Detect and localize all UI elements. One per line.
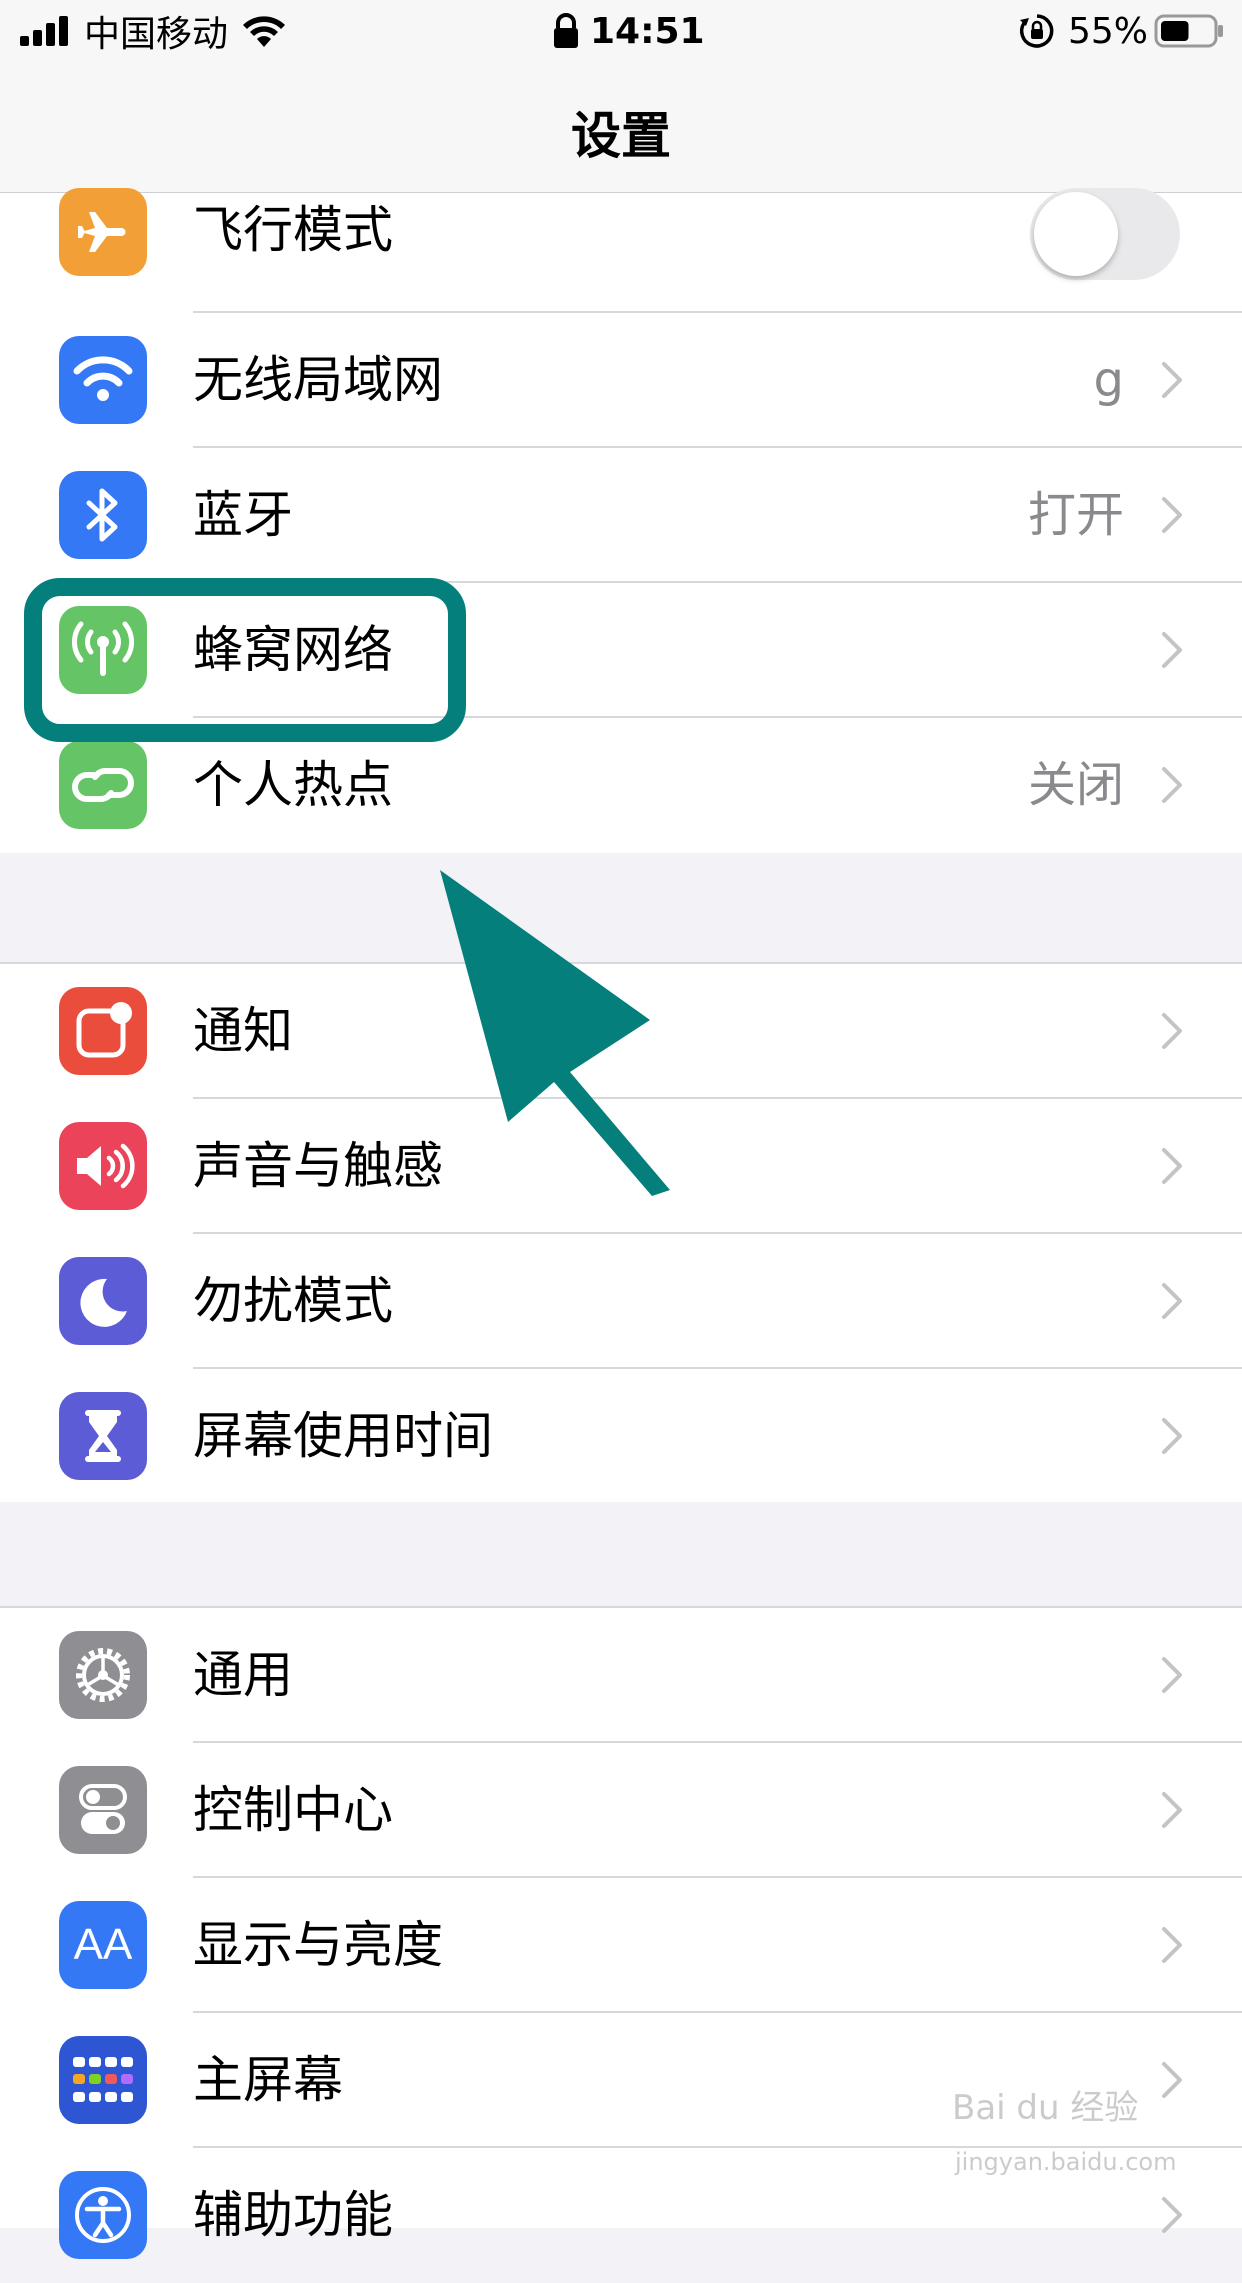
settings-row-label: 控制中心 <box>193 1781 393 1839</box>
settings-row-airplane-mode[interactable]: 飞行模式 <box>0 178 1242 313</box>
settings-row-label: 无线局域网 <box>193 351 443 409</box>
pointer-arrow <box>440 870 670 1196</box>
battery-percent: 55% <box>1068 10 1149 52</box>
signal-icon <box>20 0 72 62</box>
settings-row-label: 显示与亮度 <box>193 1916 443 1974</box>
settings-row-general[interactable]: 通用 <box>0 1608 1242 1743</box>
settings-row-label: 勿扰模式 <box>193 1272 393 1330</box>
clock: 14:51 <box>590 10 705 52</box>
settings-row-label: 蓝牙 <box>193 486 293 544</box>
orientation-lock-icon <box>1018 0 1056 62</box>
settings-row-bluetooth[interactable]: 蓝牙 打开 <box>0 448 1242 583</box>
watermark-logo: Bai du 经验 <box>952 2088 1139 2128</box>
settings-row-label: 通用 <box>193 1646 293 1704</box>
airplane-icon <box>59 188 147 276</box>
chevron-right-icon <box>1162 1927 1182 1963</box>
notification-icon <box>59 987 147 1075</box>
chevron-right-icon <box>1162 2197 1182 2233</box>
speaker-icon <box>59 1122 147 1210</box>
chevron-right-icon <box>1162 1657 1182 1693</box>
carrier-name: 中国移动 <box>84 14 229 55</box>
chevron-right-icon <box>1162 1792 1182 1828</box>
wifi-status-icon <box>240 0 288 62</box>
gear-icon <box>59 1631 147 1719</box>
hourglass-icon <box>59 1392 147 1480</box>
accessibility-icon <box>59 2171 147 2259</box>
settings-row-value: g <box>1093 352 1124 408</box>
chevron-right-icon <box>1162 1148 1182 1184</box>
chevron-right-icon <box>1162 1013 1182 1049</box>
moon-icon <box>59 1257 147 1345</box>
toggle-knob <box>1034 192 1118 276</box>
text-size-icon: AA <box>59 1901 147 1989</box>
chevron-right-icon <box>1162 1283 1182 1319</box>
highlight-box <box>24 578 466 742</box>
page-title: 设置 <box>571 107 671 165</box>
settings-row-do-not-disturb[interactable]: 勿扰模式 <box>0 1234 1242 1369</box>
settings-row-value: 关闭 <box>1027 757 1124 813</box>
hotspot-icon <box>59 741 147 829</box>
settings-row-control-center[interactable]: 控制中心 <box>0 1743 1242 1878</box>
settings-row-label: 通知 <box>193 1002 293 1060</box>
chevron-right-icon <box>1162 362 1182 398</box>
wifi-icon <box>59 336 147 424</box>
settings-row-screen-time[interactable]: 屏幕使用时间 <box>0 1369 1242 1504</box>
connectivity-group: 飞行模式 无线局域网 g 蓝牙 打开 蜂窝网络 个人热点 关闭 <box>0 188 1242 853</box>
chevron-right-icon <box>1162 632 1182 668</box>
settings-row-label: 飞行模式 <box>193 201 393 259</box>
settings-row-wifi[interactable]: 无线局域网 g <box>0 313 1242 448</box>
settings-row-display[interactable]: AA 显示与亮度 <box>0 1878 1242 2013</box>
status-bar: 中国移动 14:51 55% <box>0 0 1242 62</box>
switches-icon <box>59 1766 147 1854</box>
home-grid-icon <box>59 2036 147 2124</box>
settings-row-label: 屏幕使用时间 <box>193 1407 493 1465</box>
settings-row-label: 主屏幕 <box>193 2051 343 2109</box>
settings-row-label: 声音与触感 <box>193 1137 443 1195</box>
navigation-bar: 设置 <box>0 62 1242 194</box>
settings-row-value: 打开 <box>1027 487 1124 543</box>
settings-row-label: 辅助功能 <box>193 2186 393 2244</box>
chevron-right-icon <box>1162 767 1182 803</box>
battery-icon <box>1154 0 1224 62</box>
chevron-right-icon <box>1162 497 1182 533</box>
bluetooth-icon <box>59 471 147 559</box>
watermark-url: jingyan.baidu.com <box>955 2148 1177 2176</box>
lock-icon <box>552 0 580 62</box>
chevron-right-icon <box>1162 1418 1182 1454</box>
general-group: 通用 控制中心 AA 显示与亮度 主屏幕 辅助功能 <box>0 1606 1242 2259</box>
airplane-mode-toggle[interactable] <box>1030 188 1180 280</box>
chevron-right-icon <box>1162 2062 1182 2098</box>
